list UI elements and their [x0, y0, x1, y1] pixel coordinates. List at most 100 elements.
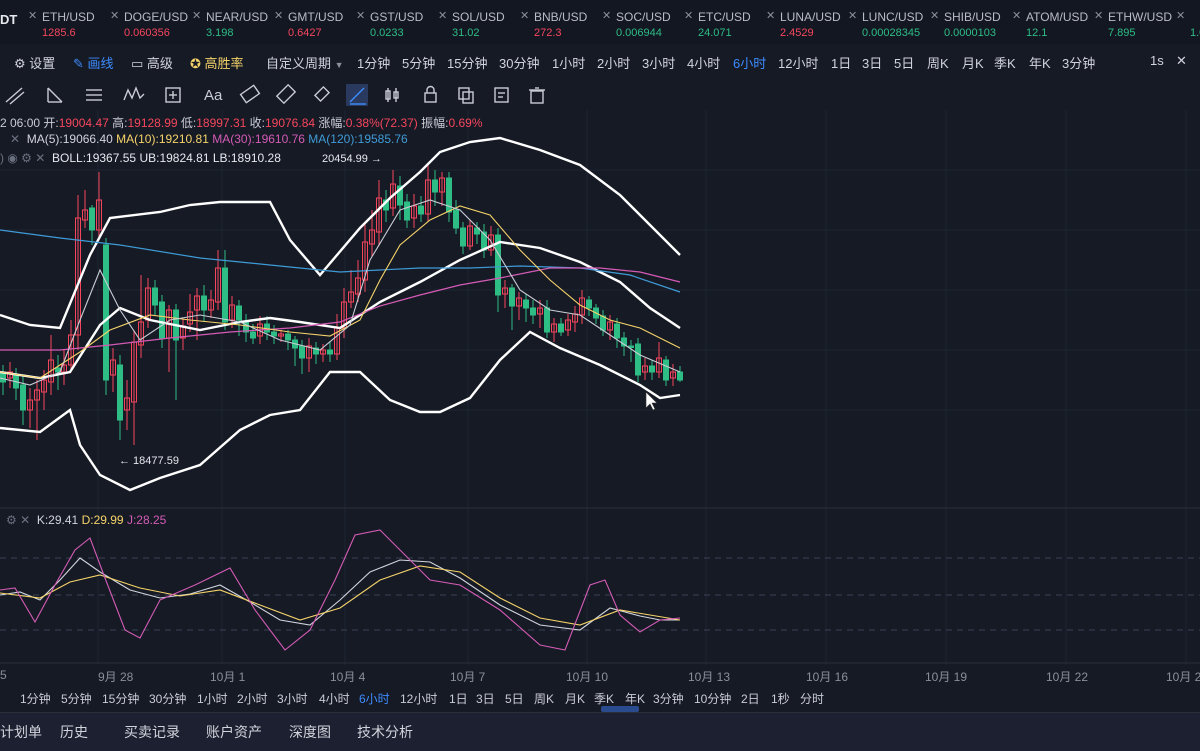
- eraser-icon[interactable]: [239, 84, 261, 104]
- custom-period-dropdown[interactable]: 自定义周期 ▼: [266, 53, 344, 72]
- close-icon[interactable]: ✕: [10, 132, 20, 146]
- remove-icon[interactable]: ✕: [1012, 9, 1021, 22]
- ticker-item[interactable]: ✕ GMT/USD 0.6427: [274, 6, 356, 40]
- bottom-period-18[interactable]: 10分钟: [694, 690, 731, 707]
- ticker-item[interactable]: ✕ SHIB/USD 0.0000103: [930, 6, 1012, 40]
- bottom-period-7[interactable]: 4小时: [319, 690, 350, 707]
- parallel-lines-icon[interactable]: [86, 89, 102, 101]
- remove-icon[interactable]: ✕: [1094, 9, 1103, 22]
- tab-5[interactable]: 技术分析: [357, 722, 413, 742]
- close-icon[interactable]: ✕: [20, 513, 30, 527]
- bottom-period-16[interactable]: 年K: [625, 690, 645, 707]
- tab-4[interactable]: 深度图: [289, 722, 331, 742]
- ticker-item[interactable]: ✕ LUNC/USD 0.00028345: [848, 6, 930, 40]
- period-17[interactable]: 3分钟: [1062, 53, 1095, 72]
- pen-icon[interactable]: [346, 84, 368, 106]
- ticker-item[interactable]: ✕ 1.0: [1176, 6, 1200, 40]
- chart-canvas[interactable]: [0, 110, 1200, 665]
- period-14[interactable]: 月K: [962, 53, 984, 72]
- bottom-period-20[interactable]: 1秒: [771, 690, 790, 707]
- period-9[interactable]: 12小时: [778, 53, 818, 72]
- bottom-period-9[interactable]: 12小时: [400, 690, 437, 707]
- period-2[interactable]: 15分钟: [447, 53, 487, 72]
- bottom-period-8[interactable]: 6小时: [359, 690, 390, 707]
- eye-icon[interactable]: ◉: [7, 151, 17, 165]
- remove-icon[interactable]: ✕: [438, 9, 447, 22]
- close-icon[interactable]: ✕: [1176, 53, 1187, 69]
- period-16[interactable]: 年K: [1029, 53, 1051, 72]
- bottom-period-19[interactable]: 2日: [741, 690, 760, 707]
- refresh-interval[interactable]: 1s: [1150, 53, 1164, 68]
- remove-icon[interactable]: ✕: [274, 9, 283, 22]
- remove-icon[interactable]: ✕: [356, 9, 365, 22]
- candle-icon[interactable]: [385, 88, 399, 102]
- remove-icon[interactable]: ✕: [930, 9, 939, 22]
- bottom-period-14[interactable]: 月K: [565, 690, 585, 707]
- period-7[interactable]: 4小时: [687, 53, 720, 72]
- period-15[interactable]: 季K: [994, 53, 1016, 72]
- tab-3[interactable]: 账户资产: [206, 722, 262, 742]
- remove-icon[interactable]: ✕: [684, 9, 693, 22]
- ticker-item[interactable]: ✕ BNB/USD 272.3: [520, 6, 602, 40]
- tab-1[interactable]: 历史: [60, 722, 88, 742]
- remove-icon[interactable]: ✕: [110, 9, 119, 22]
- measure-icon[interactable]: [275, 83, 297, 105]
- bottom-period-15[interactable]: 季K: [594, 690, 614, 707]
- tab-2[interactable]: 买卖记录: [124, 722, 180, 742]
- remove-icon[interactable]: ✕: [848, 9, 857, 22]
- copy-icon[interactable]: [458, 87, 474, 104]
- period-5[interactable]: 2小时: [597, 53, 630, 72]
- bottom-period-11[interactable]: 3日: [476, 690, 495, 707]
- bottom-period-6[interactable]: 3小时: [277, 690, 308, 707]
- ticker-item[interactable]: ✕ ATOM/USD 12.1: [1012, 6, 1094, 40]
- period-1[interactable]: 5分钟: [402, 53, 435, 72]
- remove-icon[interactable]: ✕: [520, 9, 529, 22]
- period-12[interactable]: 5日: [894, 53, 914, 72]
- period-4[interactable]: 1小时: [552, 53, 585, 72]
- bottom-period-10[interactable]: 1日: [449, 690, 468, 707]
- period-8[interactable]: 6小时: [733, 53, 766, 72]
- ticker-item[interactable]: ✕ SOL/USD 31.02: [438, 6, 520, 40]
- draw-button[interactable]: ✎ 画线: [73, 53, 114, 72]
- crosshair-add-icon[interactable]: [165, 87, 181, 103]
- close-icon[interactable]: ✕: [35, 151, 45, 165]
- bottom-period-5[interactable]: 2小时: [237, 690, 268, 707]
- remove-icon[interactable]: ✕: [192, 9, 201, 22]
- lock-icon[interactable]: [424, 85, 437, 103]
- bottom-period-3[interactable]: 30分钟: [149, 690, 186, 707]
- bottom-period-17[interactable]: 3分钟: [653, 690, 684, 707]
- delete-icon[interactable]: [529, 87, 545, 104]
- remove-icon[interactable]: ✕: [602, 9, 611, 22]
- bottom-period-4[interactable]: 1小时: [197, 690, 228, 707]
- bottom-period-21[interactable]: 分时: [800, 690, 824, 707]
- trendline-icon[interactable]: [5, 87, 25, 105]
- remove-icon[interactable]: ✕: [1176, 9, 1185, 22]
- bottom-period-2[interactable]: 15分钟: [102, 690, 139, 707]
- ticker-item[interactable]: ✕ LUNA/USD 2.4529: [766, 6, 848, 40]
- period-10[interactable]: 1日: [831, 53, 851, 72]
- tab-0[interactable]: 计划单: [0, 722, 42, 742]
- bottom-period-1[interactable]: 5分钟: [61, 690, 92, 707]
- wave-icon[interactable]: [123, 86, 145, 101]
- gear-icon[interactable]: ⚙: [6, 513, 17, 527]
- remove-icon[interactable]: ✕: [766, 9, 775, 22]
- gear-icon[interactable]: ⚙: [21, 151, 32, 165]
- bottom-period-0[interactable]: 1分钟: [20, 690, 51, 707]
- period-0[interactable]: 1分钟: [357, 53, 390, 72]
- ticker-item[interactable]: ✕ SOC/USD 0.006944: [602, 6, 684, 40]
- advanced-button[interactable]: ▭ 高级: [131, 53, 173, 72]
- bottom-period-12[interactable]: 5日: [505, 690, 524, 707]
- period-6[interactable]: 3小时: [642, 53, 675, 72]
- ticker-item[interactable]: ✕ ETH/USD 1285.6: [28, 6, 110, 40]
- chart-area[interactable]: 2 06:00 开:19004.47 高:19128.99 低:18997.31…: [0, 110, 1200, 684]
- bottom-period-13[interactable]: 周K: [534, 690, 554, 707]
- win-rate-button[interactable]: ✪ 高胜率: [190, 53, 244, 72]
- text-icon[interactable]: Aa: [204, 87, 223, 104]
- period-13[interactable]: 周K: [927, 53, 949, 72]
- ticker-item[interactable]: ✕ NEAR/USD 3.198: [192, 6, 274, 40]
- settings-button[interactable]: ⚙ 设置: [14, 53, 55, 72]
- ruler-icon[interactable]: [313, 85, 331, 103]
- ticker-item[interactable]: ✕ DOGE/USD 0.060356: [110, 6, 192, 40]
- ticker-item[interactable]: ✕ ETC/USD 24.071: [684, 6, 766, 40]
- ticker-item[interactable]: ✕ GST/USD 0.0233: [356, 6, 438, 40]
